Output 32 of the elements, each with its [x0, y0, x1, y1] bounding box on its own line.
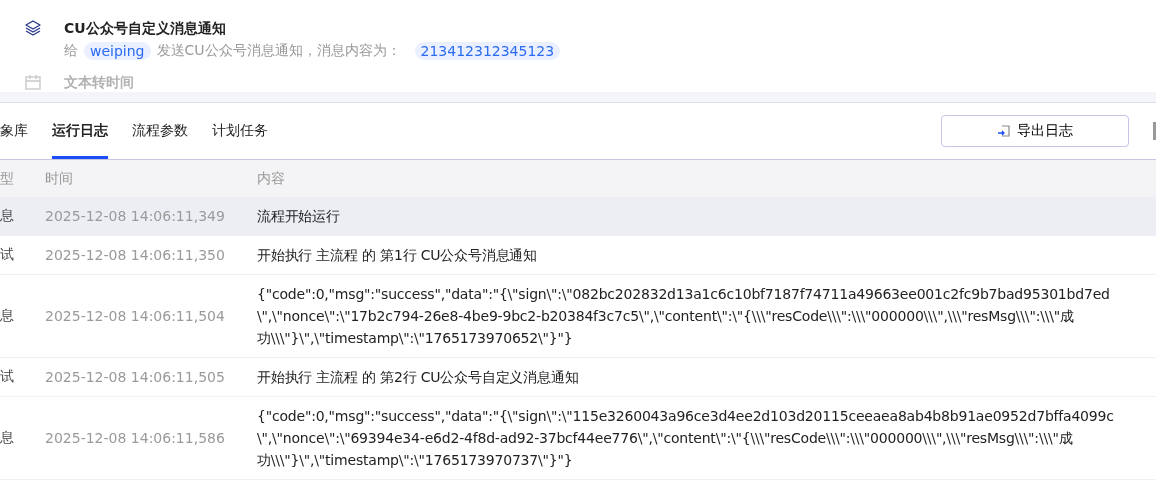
log-time: 2025-12-08 14:06:11,349	[45, 208, 225, 224]
variable-tag: weiping	[84, 42, 151, 60]
log-time: 2025-12-08 14:06:11,350	[45, 247, 225, 263]
log-content: 流程开始运行	[257, 207, 340, 226]
log-type: 试	[0, 246, 14, 264]
layers-icon	[24, 19, 42, 37]
column-header: 内容	[257, 160, 1156, 197]
column-header: 型	[0, 160, 45, 197]
log-time: 2025-12-08 14:06:11,504	[45, 308, 225, 324]
log-type: 试	[0, 368, 14, 386]
log-content: 开始执行 主流程 的 第1行 CU公众号消息通知	[257, 246, 537, 265]
node-title: 文本转时间	[64, 73, 134, 92]
log-type: 息	[0, 207, 14, 225]
export-icon	[997, 124, 1011, 138]
log-time: 2025-12-08 14:06:11,505	[45, 369, 225, 385]
node-title: CU公众号自定义消息通知	[64, 19, 227, 38]
log-time: 2025-12-08 14:06:11,586	[45, 430, 225, 446]
node-description: 给	[64, 42, 78, 60]
calendar-icon	[24, 73, 42, 91]
tab[interactable]: 流程参数	[132, 103, 188, 159]
log-type: 息	[0, 429, 14, 447]
column-header: 时间	[45, 160, 257, 197]
tab[interactable]: 计划任务	[212, 103, 268, 159]
tab[interactable]: 象库	[0, 103, 28, 159]
export-log-button[interactable]: 导出日志	[941, 115, 1129, 147]
log-content: {"code":0,"msg":"success","data":"{\"sign\":\"115e3260043a96ce3d4ee2d103d20115ceeaea8ab4b8b91ae0952d7bffa4099c \",\"nonce\":\"69394e34-e6d2-4f8d-ad92-37bcf44ee776\",\"content\":\"{\\\"resCode\\\":\\\"000000\\\",\\\"resMsg\\\":\\\"成 功\\\"}\",\"timestamp\":\"1765173970737\"}"}	[257, 407, 1114, 470]
log-type: 息	[0, 307, 14, 325]
log-content: 开始执行 主流程 的 第2行 CU公众号自定义消息通知	[257, 368, 579, 387]
node-description: 发送CU公众号消息通知，消息内容为：	[156, 42, 401, 60]
log-content: {"code":0,"msg":"success","data":"{\"sign\":\"082bc202832d13a1c6c10bf7187f74711a49663ee001c2fc9b7bad95301bd7ed \",\"nonce\":\"17b2c794-26e8-4be9-9bc2-b20384f3c7c5\",\"content\":\"{\\\"resCode\\\":\\\"000000\\\",\\\"resMsg\\\":\\\"成 功\\\"}\",\"timestamp\":\"1765173970652\"}"}	[257, 285, 1110, 348]
variable-tag: 213412312345123	[414, 42, 561, 60]
table-row[interactable]: 息 2025-12-08 14:06:11,349 流程开始运行	[0, 197, 1156, 236]
